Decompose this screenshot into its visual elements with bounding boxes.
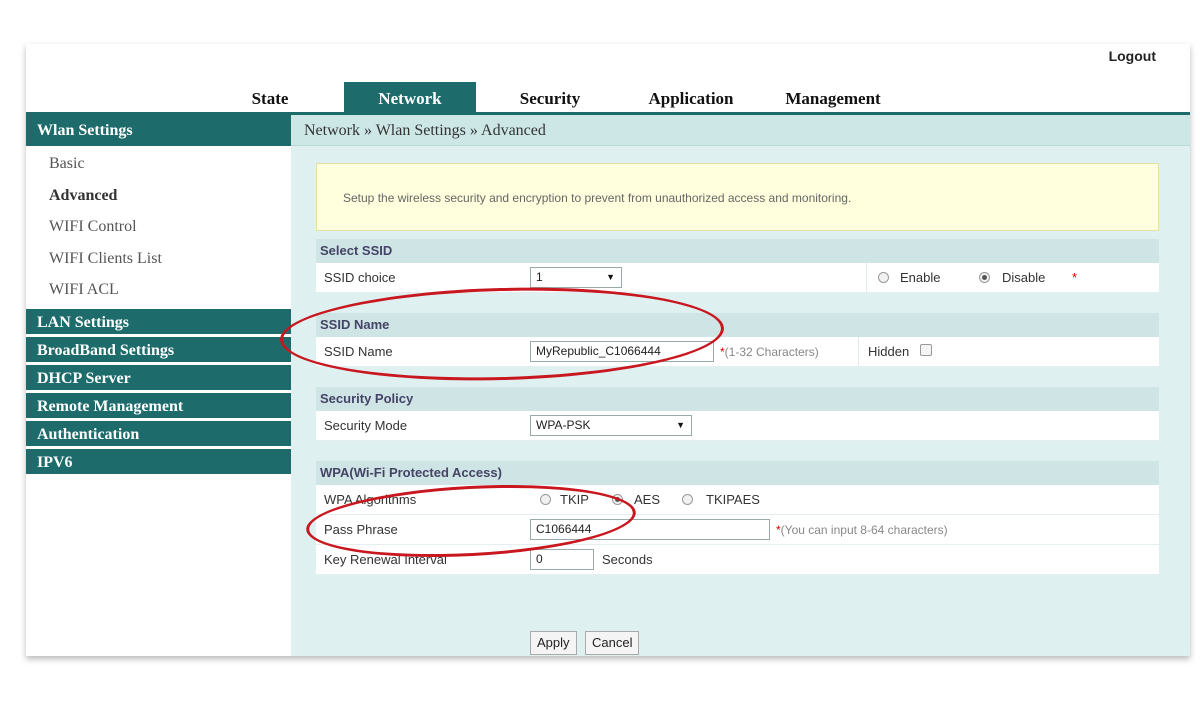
apply-button[interactable]: Apply [530, 631, 577, 655]
ssid-choice-value: 1 [536, 270, 543, 284]
hint-text: (You can input 8-64 characters) [780, 523, 948, 537]
hidden-label: Hidden [868, 344, 910, 359]
pass-phrase-hint: *(You can input 8-64 characters) [776, 515, 948, 545]
ssid-choice-select[interactable]: 1 ▼ [530, 267, 622, 288]
triangle-down-icon: ▼ [676, 420, 685, 430]
key-renewal-unit: Seconds [602, 552, 653, 567]
section-security-policy: Security Policy Security Mode WPA-PSK ▼ [316, 387, 1159, 441]
section-title: Security Policy [316, 387, 1159, 411]
sidebar-item-basic[interactable]: Basic [26, 148, 291, 180]
breadcrumb: Network » Wlan Settings » Advanced [291, 115, 1190, 146]
sidebar-group-ipv6[interactable]: IPV6 [26, 448, 291, 477]
tkipaes-radio[interactable] [682, 494, 693, 505]
triangle-down-icon: ▼ [606, 272, 615, 282]
hidden-checkbox[interactable] [920, 344, 932, 356]
sidebar-item-wifi-clients-list[interactable]: WIFI Clients List [26, 243, 291, 275]
disable-label: Disable [1002, 270, 1046, 285]
sidebar-item-wifi-acl[interactable]: WIFI ACL [26, 274, 291, 306]
enable-label: Enable [900, 270, 941, 285]
disable-radio[interactable] [979, 272, 990, 283]
sidebar-group-broadband-settings[interactable]: BroadBand Settings [26, 336, 291, 365]
sidebar-group-remote-management[interactable]: Remote Management [26, 392, 291, 421]
sidebar: Wlan Settings Basic Advanced WIFI Contro… [26, 115, 291, 477]
security-mode-select[interactable]: WPA-PSK ▼ [530, 415, 692, 436]
section-title: WPA(Wi-Fi Protected Access) [316, 461, 1159, 485]
required-mark: * [1072, 270, 1078, 285]
tab-application[interactable]: Application [630, 82, 752, 112]
top-nav: State Network Security Application Manag… [26, 82, 1190, 112]
sidebar-item-wifi-control[interactable]: WIFI Control [26, 211, 291, 243]
router-admin-window: Logout State Network Security Applicatio… [26, 44, 1190, 656]
tab-security[interactable]: Security [500, 82, 600, 112]
sidebar-group-wlan-settings[interactable]: Wlan Settings [26, 115, 291, 146]
section-title: Select SSID [316, 239, 1159, 263]
main-content: Network » Wlan Settings » Advanced Setup… [291, 115, 1190, 656]
sidebar-group-dhcp-server[interactable]: DHCP Server [26, 364, 291, 393]
cancel-button[interactable]: Cancel [585, 631, 640, 655]
section-select-ssid: Select SSID SSID choice 1 ▼ Enable Disab… [316, 239, 1159, 293]
enable-radio[interactable] [878, 272, 889, 283]
ssid-name-hint: *(1-32 Characters) [720, 337, 819, 367]
ssid-choice-label: SSID choice [324, 270, 396, 285]
key-renewal-input[interactable]: 0 [530, 549, 594, 570]
ssid-choice-row: SSID choice 1 ▼ Enable Disable * [316, 263, 1159, 293]
tkipaes-label: TKIPAES [706, 492, 760, 507]
sidebar-item-advanced[interactable]: Advanced [26, 180, 291, 212]
tab-network[interactable]: Network [344, 82, 476, 112]
hint-text: (1-32 Characters) [724, 345, 819, 359]
tab-management[interactable]: Management [770, 82, 896, 112]
column-divider [866, 263, 867, 293]
sidebar-submenu: Basic Advanced WIFI Control WIFI Clients… [26, 146, 291, 309]
info-notice: Setup the wireless security and encrypti… [316, 163, 1159, 231]
column-divider [858, 337, 859, 367]
sidebar-group-authentication[interactable]: Authentication [26, 420, 291, 449]
security-mode-value: WPA-PSK [536, 418, 591, 432]
logout-link[interactable]: Logout [1109, 48, 1156, 64]
security-mode-label: Security Mode [324, 418, 408, 433]
security-mode-row: Security Mode WPA-PSK ▼ [316, 411, 1159, 441]
tab-state[interactable]: State [230, 82, 310, 112]
aes-label: AES [634, 492, 661, 507]
sidebar-group-lan-settings[interactable]: LAN Settings [26, 308, 291, 337]
